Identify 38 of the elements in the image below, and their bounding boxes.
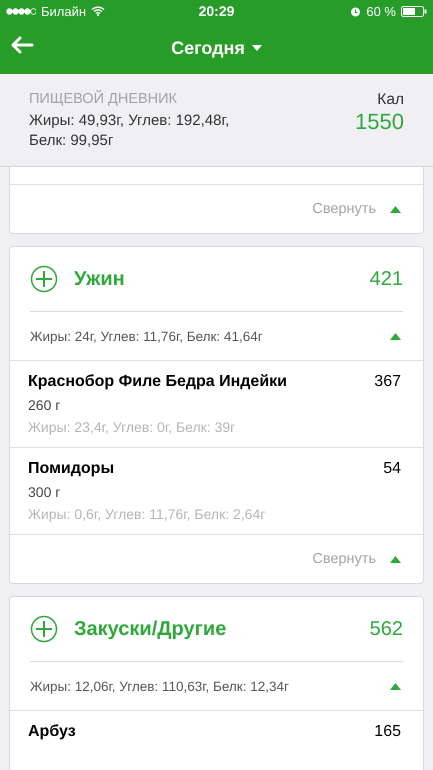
- triangle-up-icon: [390, 206, 401, 212]
- triangle-up-icon[interactable]: [390, 332, 401, 340]
- meal-macros: Жиры: 24г, Углев: 11,76г, Белк: 41,64г: [30, 328, 263, 344]
- food-calories: 54: [383, 460, 401, 478]
- food-weight: 260 г: [28, 397, 62, 413]
- collapse-button[interactable]: Свернуть: [312, 201, 376, 217]
- food-calories: 367: [374, 373, 401, 391]
- alarm-icon: [350, 6, 362, 16]
- carrier-name: Билайн: [41, 4, 86, 18]
- wifi-icon: [91, 6, 106, 16]
- food-name[interactable]: Краснобор Филе Бедра Индейки: [28, 373, 288, 391]
- macros-summary: Жиры: 49,93г, Углев: 192,48г, Белк: 99,95г: [29, 111, 230, 151]
- signal-icon: [6, 8, 36, 14]
- meal-name[interactable]: Ужин: [74, 268, 354, 290]
- date-dropdown[interactable]: Сегодня: [171, 38, 262, 58]
- collapse-button[interactable]: Свернуть: [312, 551, 376, 567]
- food-name[interactable]: Арбуз: [28, 723, 76, 741]
- section-label: ПИЩЕВОЙ ДНЕВНИК: [29, 91, 178, 107]
- triangle-up-icon[interactable]: [390, 682, 401, 690]
- triangle-up-icon: [390, 556, 401, 562]
- kcal-total: 1550: [355, 109, 404, 135]
- caret-icon: [252, 45, 262, 51]
- meal-calories: 421: [370, 268, 403, 290]
- add-icon[interactable]: [30, 265, 58, 293]
- meal-macros: Жиры: 12,06г, Углев: 110,63г, Белк: 12,34г: [30, 678, 289, 694]
- food-weight: 300 г: [28, 484, 62, 500]
- food-macros: Жиры: 23,4г, Углев: 0г, Белк: 39г: [28, 419, 236, 435]
- meal-name[interactable]: Закуски/Другие: [74, 618, 354, 640]
- battery-icon: [401, 6, 427, 16]
- clock-time: 20:29: [198, 3, 234, 19]
- back-button[interactable]: [10, 36, 34, 54]
- add-icon[interactable]: [30, 615, 58, 643]
- food-macros: Жиры: 0,6г, Углев: 11,76г, Белк: 2,64г: [28, 506, 266, 522]
- battery-percent: 60 %: [366, 4, 396, 18]
- food-calories: 165: [374, 723, 401, 741]
- kcal-label: Кал: [377, 91, 404, 109]
- meal-calories: 562: [370, 618, 403, 640]
- food-name[interactable]: Помидоры: [28, 460, 114, 478]
